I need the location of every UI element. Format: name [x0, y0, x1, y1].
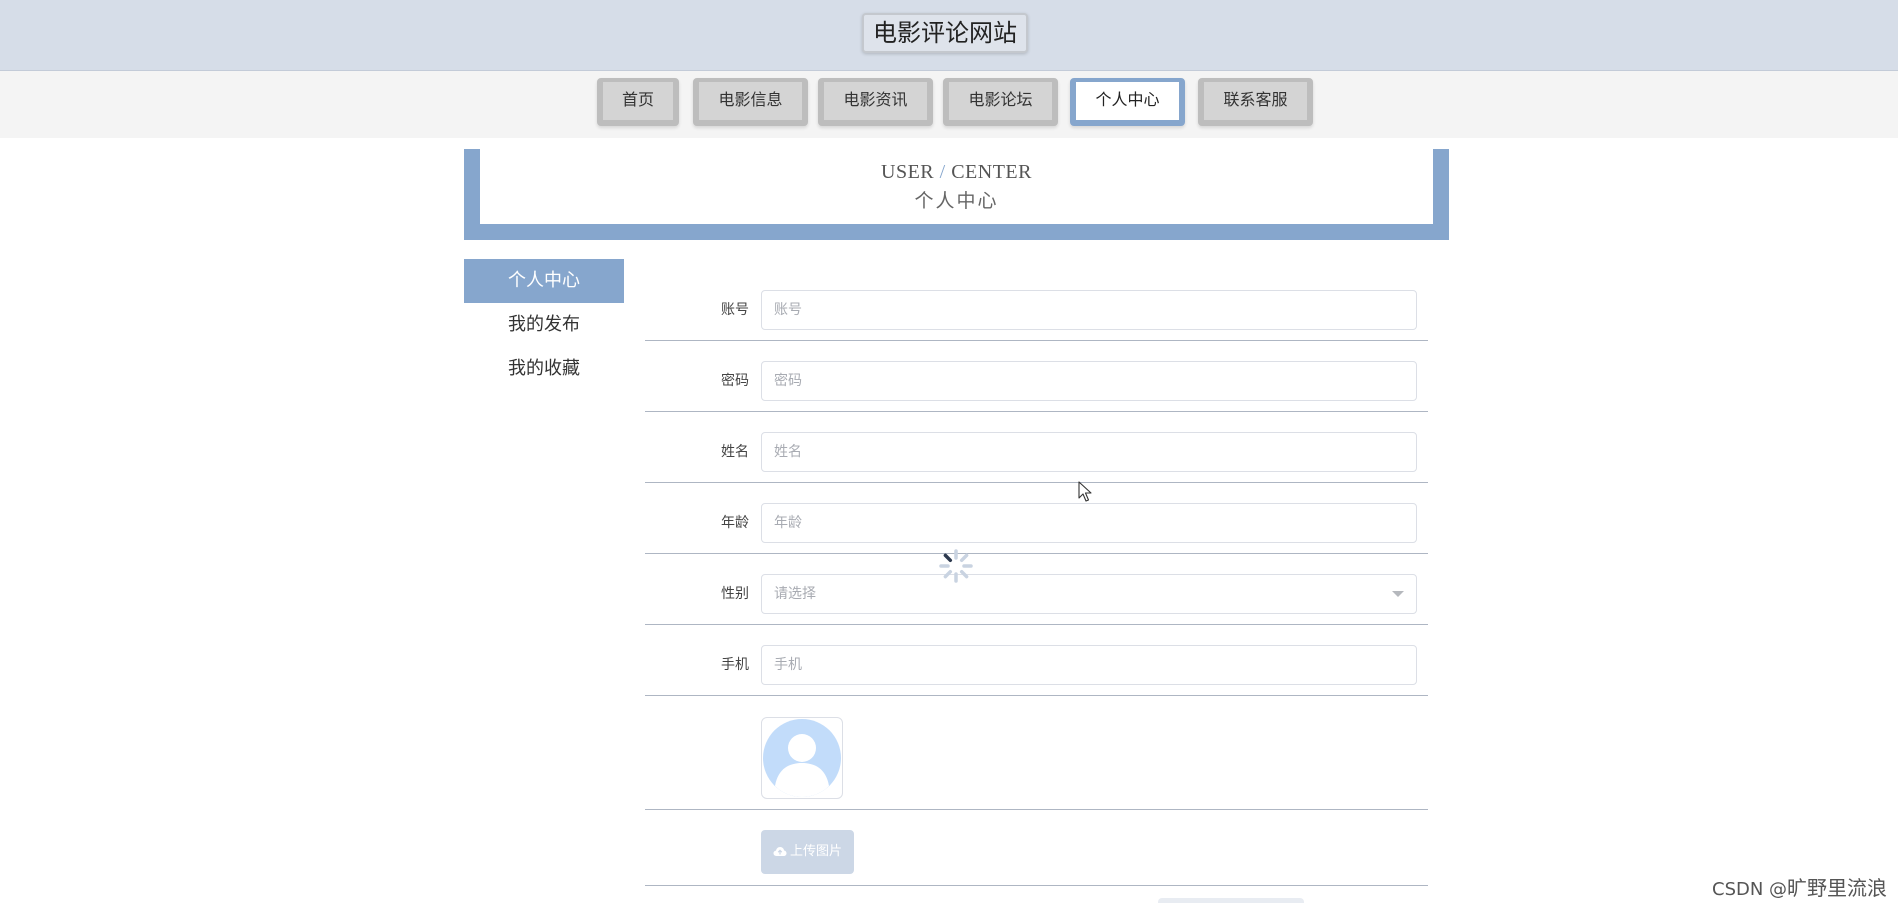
form-row-account: 账号 — [645, 283, 1428, 341]
watermark-author: 旷野里流浪 — [1787, 876, 1888, 900]
age-label: 年龄 — [721, 515, 749, 531]
nav-item-customer-service[interactable]: 联系客服 — [1198, 78, 1313, 126]
loading-spinner-icon — [939, 549, 973, 583]
name-label: 姓名 — [721, 444, 749, 460]
banner-title-en: USER / CENTER — [480, 161, 1433, 184]
watermark-prefix: CSDN @ — [1712, 879, 1788, 900]
gender-label: 性别 — [721, 586, 749, 602]
side-menu: 个人中心 我的发布 我的收藏 — [464, 259, 624, 391]
nav-item-home[interactable]: 首页 — [597, 78, 679, 126]
banner-title-en-left: USER — [881, 161, 935, 183]
top-header-bar: 电影评论网站 — [0, 0, 1898, 71]
phone-input[interactable] — [761, 645, 1417, 685]
submit-button-partial[interactable] — [1158, 898, 1304, 903]
upload-cloud-icon — [773, 847, 787, 856]
csdn-watermark: CSDN @旷野里流浪 — [1712, 872, 1887, 901]
gender-select[interactable]: 请选择 — [761, 574, 1417, 614]
site-title: 电影评论网站 — [862, 13, 1028, 53]
nav-item-movie-info[interactable]: 电影信息 — [693, 78, 808, 126]
form-row-avatar — [645, 705, 1428, 810]
side-item-my-posts[interactable]: 我的发布 — [464, 303, 624, 347]
form-row-name: 姓名 — [645, 425, 1428, 483]
account-input[interactable] — [761, 290, 1417, 330]
avatar[interactable] — [761, 717, 843, 799]
gender-select-placeholder: 请选择 — [774, 586, 816, 602]
chevron-down-icon — [1392, 591, 1404, 597]
age-input[interactable] — [761, 503, 1417, 543]
mouse-cursor-icon — [1078, 481, 1092, 502]
phone-label: 手机 — [721, 657, 749, 673]
form-row-phone: 手机 — [645, 638, 1428, 696]
banner-title-en-right: CENTER — [951, 161, 1032, 183]
password-input[interactable] — [761, 361, 1417, 401]
user-avatar-icon — [763, 719, 841, 797]
nav-item-movie-news[interactable]: 电影资讯 — [818, 78, 933, 126]
nav-item-user-center[interactable]: 个人中心 — [1070, 78, 1185, 126]
form-row-age: 年龄 — [645, 496, 1428, 554]
account-label: 账号 — [721, 302, 749, 318]
upload-image-label: 上传图片 — [789, 844, 842, 859]
upload-image-button[interactable]: 上传图片 — [761, 830, 854, 874]
side-item-my-favorites[interactable]: 我的收藏 — [464, 347, 624, 391]
banner-title-cn: 个人中心 — [914, 191, 999, 212]
side-item-user-center[interactable]: 个人中心 — [464, 259, 624, 303]
form-row-gender: 性别 请选择 — [645, 567, 1428, 625]
password-label: 密码 — [721, 373, 749, 389]
banner-title-separator: / — [939, 161, 946, 183]
name-input[interactable] — [761, 432, 1417, 472]
user-center-banner: USER / CENTER 个人中心 — [464, 149, 1449, 240]
nav-item-movie-forum[interactable]: 电影论坛 — [943, 78, 1058, 126]
form-row-password: 密码 — [645, 354, 1428, 412]
form-row-upload: 上传图片 — [645, 815, 1428, 886]
